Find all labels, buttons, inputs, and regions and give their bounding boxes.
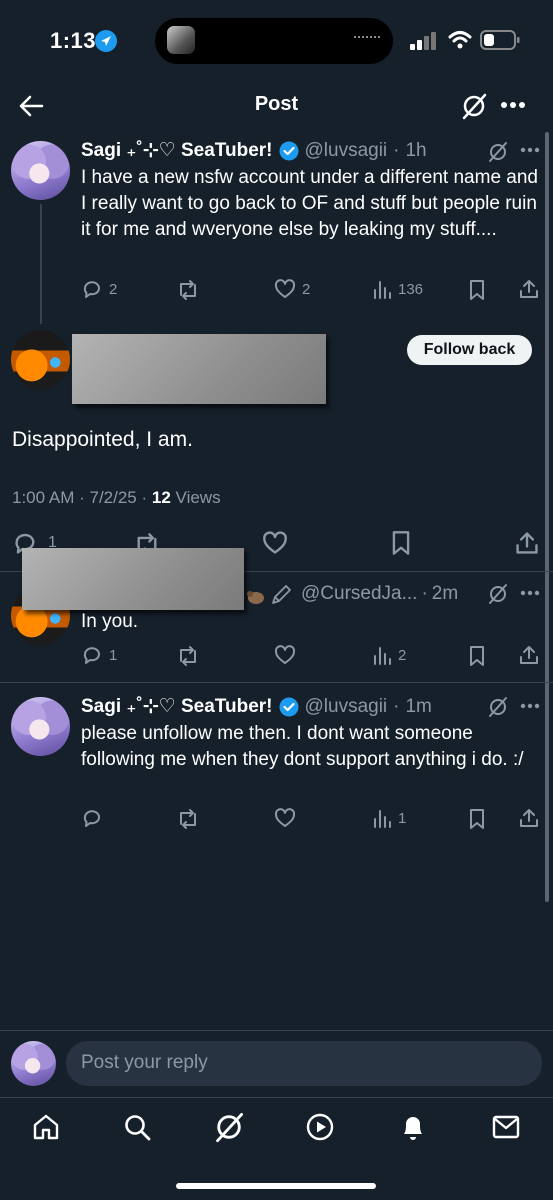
timestamp: 1h xyxy=(405,139,427,161)
verified-badge-icon xyxy=(279,141,298,160)
battery-icon xyxy=(480,30,520,50)
reply-action[interactable]: 1 xyxy=(81,644,117,666)
divider xyxy=(0,682,553,683)
post-date: 7/2/25 xyxy=(89,488,137,507)
view-count: 1 xyxy=(398,809,407,827)
post-meta: 1:00 AM · 7/2/25 · 12 Views xyxy=(12,488,221,508)
post-text: In you. xyxy=(81,611,139,632)
heart-icon[interactable] xyxy=(274,644,296,666)
scrollbar[interactable] xyxy=(545,132,549,902)
cellular-signal-icon xyxy=(410,32,436,50)
post-header: Sagi ₊˚⊹♡ SeaTuber! @luvsagii · 1h xyxy=(81,139,427,162)
display-name[interactable]: Sagi ₊˚⊹♡ SeaTuber! xyxy=(81,695,273,718)
separator-dot: · xyxy=(393,695,400,717)
notifications-icon[interactable] xyxy=(398,1111,428,1143)
separator-dot: · xyxy=(79,488,90,507)
avatar[interactable] xyxy=(11,697,70,756)
follow-back-button[interactable]: Follow back xyxy=(407,335,532,365)
post-text: please unfollow me then. I dont want som… xyxy=(81,723,524,770)
messages-icon[interactable] xyxy=(491,1113,521,1141)
reply-input-placeholder: Post your reply xyxy=(81,1052,208,1073)
video-icon[interactable] xyxy=(305,1112,335,1142)
views-action[interactable]: 1 xyxy=(372,807,406,829)
post-time: 1:00 AM xyxy=(12,488,75,507)
divider xyxy=(0,1030,553,1031)
handle[interactable]: @luvsagii xyxy=(305,140,388,162)
home-icon[interactable] xyxy=(31,1112,61,1142)
repost-icon[interactable] xyxy=(176,279,200,301)
verified-badge-icon xyxy=(279,697,298,716)
now-playing-indicator xyxy=(354,36,380,40)
separator-dot: · xyxy=(141,488,152,507)
reply-icon xyxy=(83,281,100,298)
reply-icon xyxy=(83,647,100,664)
thread-line xyxy=(40,204,42,324)
share-icon[interactable] xyxy=(518,807,540,829)
heart-icon[interactable] xyxy=(262,530,288,556)
separator-dot: · xyxy=(421,583,428,604)
status-time: 1:13 xyxy=(50,28,97,53)
handle[interactable]: @CursedJa... xyxy=(301,583,417,605)
more-options-icon[interactable] xyxy=(520,147,540,153)
reply-action[interactable]: 2 xyxy=(81,278,117,300)
timestamp: 2m xyxy=(431,583,459,604)
wifi-icon xyxy=(448,31,472,49)
analytics-icon xyxy=(374,281,391,299)
views-action[interactable]: 2 xyxy=(372,644,406,666)
more-options-icon[interactable] xyxy=(520,590,540,596)
pencil-emoji-icon xyxy=(272,585,291,604)
avatar[interactable] xyxy=(11,141,70,200)
redacted-name-block xyxy=(72,334,326,404)
analytics-icon xyxy=(374,810,391,828)
display-name[interactable]: Sagi ₊˚⊹♡ SeaTuber! xyxy=(81,139,273,162)
repost-icon[interactable] xyxy=(176,645,200,667)
home-indicator xyxy=(176,1183,376,1189)
views-action[interactable]: 136 xyxy=(372,278,423,300)
view-count: 2 xyxy=(398,646,407,664)
share-icon[interactable] xyxy=(514,530,540,556)
heart-icon[interactable] xyxy=(274,807,296,829)
post-header: @CursedJa... · 2m xyxy=(301,583,458,605)
view-count: 136 xyxy=(398,280,424,298)
emoji-icon xyxy=(247,591,264,604)
reply-icon[interactable] xyxy=(81,807,103,829)
views-label: Views xyxy=(175,488,221,507)
heart-icon xyxy=(274,279,296,298)
grok-icon[interactable] xyxy=(460,92,488,120)
now-playing-thumbnail xyxy=(167,26,195,54)
share-icon[interactable] xyxy=(518,644,540,666)
separator-dot: · xyxy=(393,139,400,161)
avatar xyxy=(11,1041,56,1086)
share-icon[interactable] xyxy=(518,278,540,300)
grok-icon[interactable] xyxy=(213,1111,245,1143)
analytics-icon xyxy=(374,647,391,665)
like-action[interactable]: 2 xyxy=(274,278,310,300)
grok-icon[interactable] xyxy=(487,583,509,605)
more-options-icon[interactable] xyxy=(500,101,526,109)
post-text: Disappointed, I am. xyxy=(12,428,193,451)
bookmark-icon[interactable] xyxy=(467,808,487,830)
location-icon xyxy=(95,30,117,52)
redacted-name-block xyxy=(22,548,244,610)
grok-icon[interactable] xyxy=(487,141,509,163)
reply-count: 1 xyxy=(109,646,118,664)
avatar[interactable] xyxy=(11,330,70,389)
views-count: 12 xyxy=(151,488,171,507)
handle[interactable]: @luvsagii xyxy=(305,696,388,718)
post-header: Sagi ₊˚⊹♡ SeaTuber! @luvsagii · 1m xyxy=(81,695,432,718)
grok-icon[interactable] xyxy=(487,696,509,718)
bookmark-icon[interactable] xyxy=(467,645,487,667)
timestamp: 1m xyxy=(405,695,432,717)
repost-icon[interactable] xyxy=(176,808,200,830)
divider xyxy=(0,1097,553,1098)
bookmark-icon[interactable] xyxy=(389,530,413,556)
reply-count: 2 xyxy=(109,280,118,298)
post-text: I have a new nsfw account under a differ… xyxy=(81,167,539,240)
like-count: 2 xyxy=(302,280,311,298)
more-options-icon[interactable] xyxy=(520,703,540,709)
bookmark-icon[interactable] xyxy=(467,279,487,301)
search-icon[interactable] xyxy=(122,1112,152,1142)
